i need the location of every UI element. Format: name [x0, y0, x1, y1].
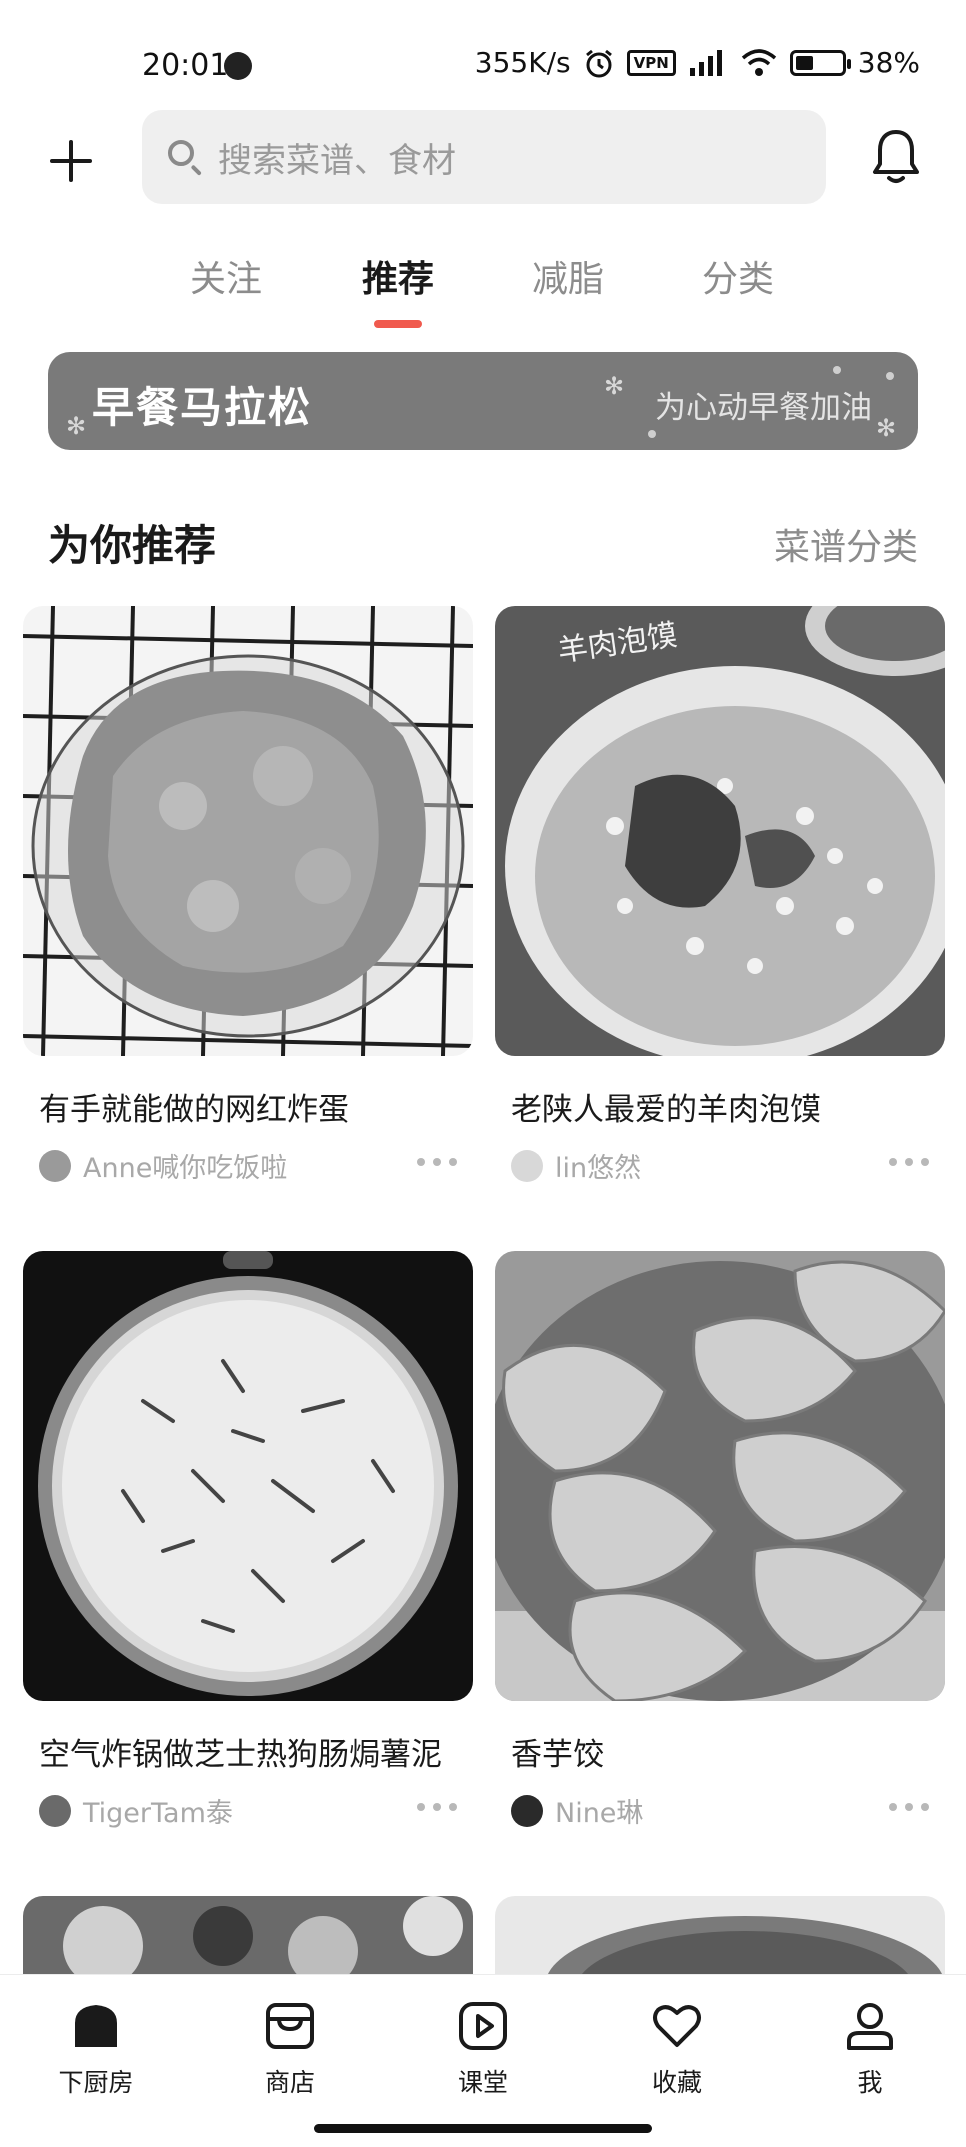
recipe-title: 香芋饺	[511, 1737, 604, 1773]
recipe-image[interactable]	[23, 1896, 473, 1974]
sparkle-icon: ✻	[604, 372, 625, 400]
search-icon	[166, 138, 204, 176]
section-title: 为你推荐	[48, 521, 217, 570]
avatar	[511, 1794, 543, 1827]
network-speed: 355K/s	[474, 46, 571, 79]
battery-icon	[789, 49, 851, 76]
home-icon	[75, 2005, 117, 2047]
nav-label: 课堂	[457, 2068, 508, 2097]
search-placeholder: 搜索菜谱、食材	[218, 140, 456, 181]
heart-icon	[653, 2005, 701, 2047]
app-notification-icon	[224, 52, 252, 80]
notification-button[interactable]	[872, 128, 920, 186]
tab-category[interactable]: 分类	[702, 250, 774, 302]
author-name: TigerTam泰	[83, 1798, 233, 1829]
recipe-category-link[interactable]: 菜谱分类	[774, 518, 918, 570]
active-tab-indicator	[374, 320, 422, 328]
recipe-image[interactable]	[23, 1251, 473, 1701]
more-options-button[interactable]	[417, 1154, 457, 1170]
recipe-title: 空气炸锅做芝士热狗肠焗薯泥	[39, 1737, 442, 1773]
recipe-card[interactable]: 有手就能做的网红炸蛋 Anne喊你吃饭啦	[23, 606, 473, 1206]
wifi-icon	[741, 48, 776, 76]
home-indicator[interactable]	[314, 2124, 652, 2133]
recipe-card[interactable]: 羊肉泡馍 老陕人最爱的羊肉泡馍 lin悠然	[495, 606, 945, 1206]
nav-shop[interactable]: 商店	[230, 1999, 350, 2099]
avatar	[39, 1149, 71, 1182]
sparkle-icon: ✻	[66, 412, 87, 440]
avatar	[511, 1149, 543, 1182]
status-time: 20:01	[142, 48, 229, 83]
status-indicators: 355K/s VPN 38%	[475, 46, 920, 79]
recipe-author[interactable]: TigerTam泰	[39, 1791, 233, 1830]
more-options-button[interactable]	[889, 1799, 929, 1815]
nav-home[interactable]: 下厨房	[36, 1999, 156, 2099]
search-input[interactable]: 搜索菜谱、食材	[142, 110, 826, 204]
bottom-navigation: 下厨房 商店 课堂 收藏 我	[0, 1974, 966, 2147]
tab-fat-loss[interactable]: 减脂	[532, 250, 604, 302]
tab-follow[interactable]: 关注	[190, 250, 262, 302]
recipe-author[interactable]: Anne喊你吃饭啦	[39, 1146, 287, 1185]
recipe-image[interactable]	[495, 1251, 945, 1701]
author-name: lin悠然	[555, 1153, 642, 1184]
nav-label: 下厨房	[58, 2068, 134, 2097]
recipe-author[interactable]: lin悠然	[511, 1146, 641, 1185]
avatar	[39, 1794, 71, 1827]
sparkle-icon: ✻	[876, 414, 897, 442]
recipe-author[interactable]: Nine琳	[511, 1791, 643, 1830]
recipe-card[interactable]	[495, 1896, 945, 1974]
status-bar: 20:01 355K/s VPN 38%	[0, 0, 966, 120]
signal-icon	[689, 49, 722, 76]
tab-bar: 关注 推荐 减脂 分类	[0, 250, 966, 330]
banner-title: 早餐马拉松	[92, 383, 313, 432]
decor-dot	[886, 372, 894, 380]
shop-icon	[266, 2003, 314, 2049]
recipe-image[interactable]	[495, 1896, 945, 1974]
more-options-button[interactable]	[889, 1154, 929, 1170]
decor-dot	[833, 366, 841, 374]
author-name: Anne喊你吃饭啦	[83, 1153, 288, 1184]
nav-label: 商店	[264, 2068, 315, 2097]
recipe-title: 老陕人最爱的羊肉泡馍	[511, 1092, 821, 1128]
battery-level	[795, 55, 813, 70]
user-icon	[847, 2003, 893, 2050]
author-name: Nine琳	[555, 1798, 644, 1829]
vpn-badge: VPN	[626, 49, 676, 76]
nav-label: 收藏	[651, 2068, 702, 2097]
alarm-icon	[585, 49, 612, 77]
promo-banner[interactable]: 早餐马拉松 为心动早餐加油 ✻ ✻ ✻	[48, 352, 918, 450]
recipe-card[interactable]: 香芋饺 Nine琳	[495, 1251, 945, 1851]
nav-favorites[interactable]: 收藏	[617, 1999, 737, 2099]
recipe-card[interactable]	[23, 1896, 473, 1974]
add-button[interactable]	[44, 134, 98, 188]
more-options-button[interactable]	[417, 1799, 457, 1815]
decor-dot	[648, 430, 656, 438]
play-icon	[459, 2002, 507, 2050]
nav-label: 我	[857, 2068, 883, 2097]
bell-icon	[873, 130, 919, 183]
tab-recommend[interactable]: 推荐	[362, 250, 434, 302]
recipe-title: 有手就能做的网红炸蛋	[39, 1092, 349, 1128]
banner-subtitle: 为心动早餐加油	[655, 390, 872, 426]
nav-profile[interactable]: 我	[810, 1999, 930, 2099]
recipe-image[interactable]: 羊肉泡馍	[495, 606, 945, 1056]
recipe-card[interactable]: 空气炸锅做芝士热狗肠焗薯泥 TigerTam泰	[23, 1251, 473, 1851]
nav-classroom[interactable]: 课堂	[423, 1999, 543, 2099]
recipe-image[interactable]	[23, 606, 473, 1056]
battery-percent: 38%	[857, 46, 920, 79]
